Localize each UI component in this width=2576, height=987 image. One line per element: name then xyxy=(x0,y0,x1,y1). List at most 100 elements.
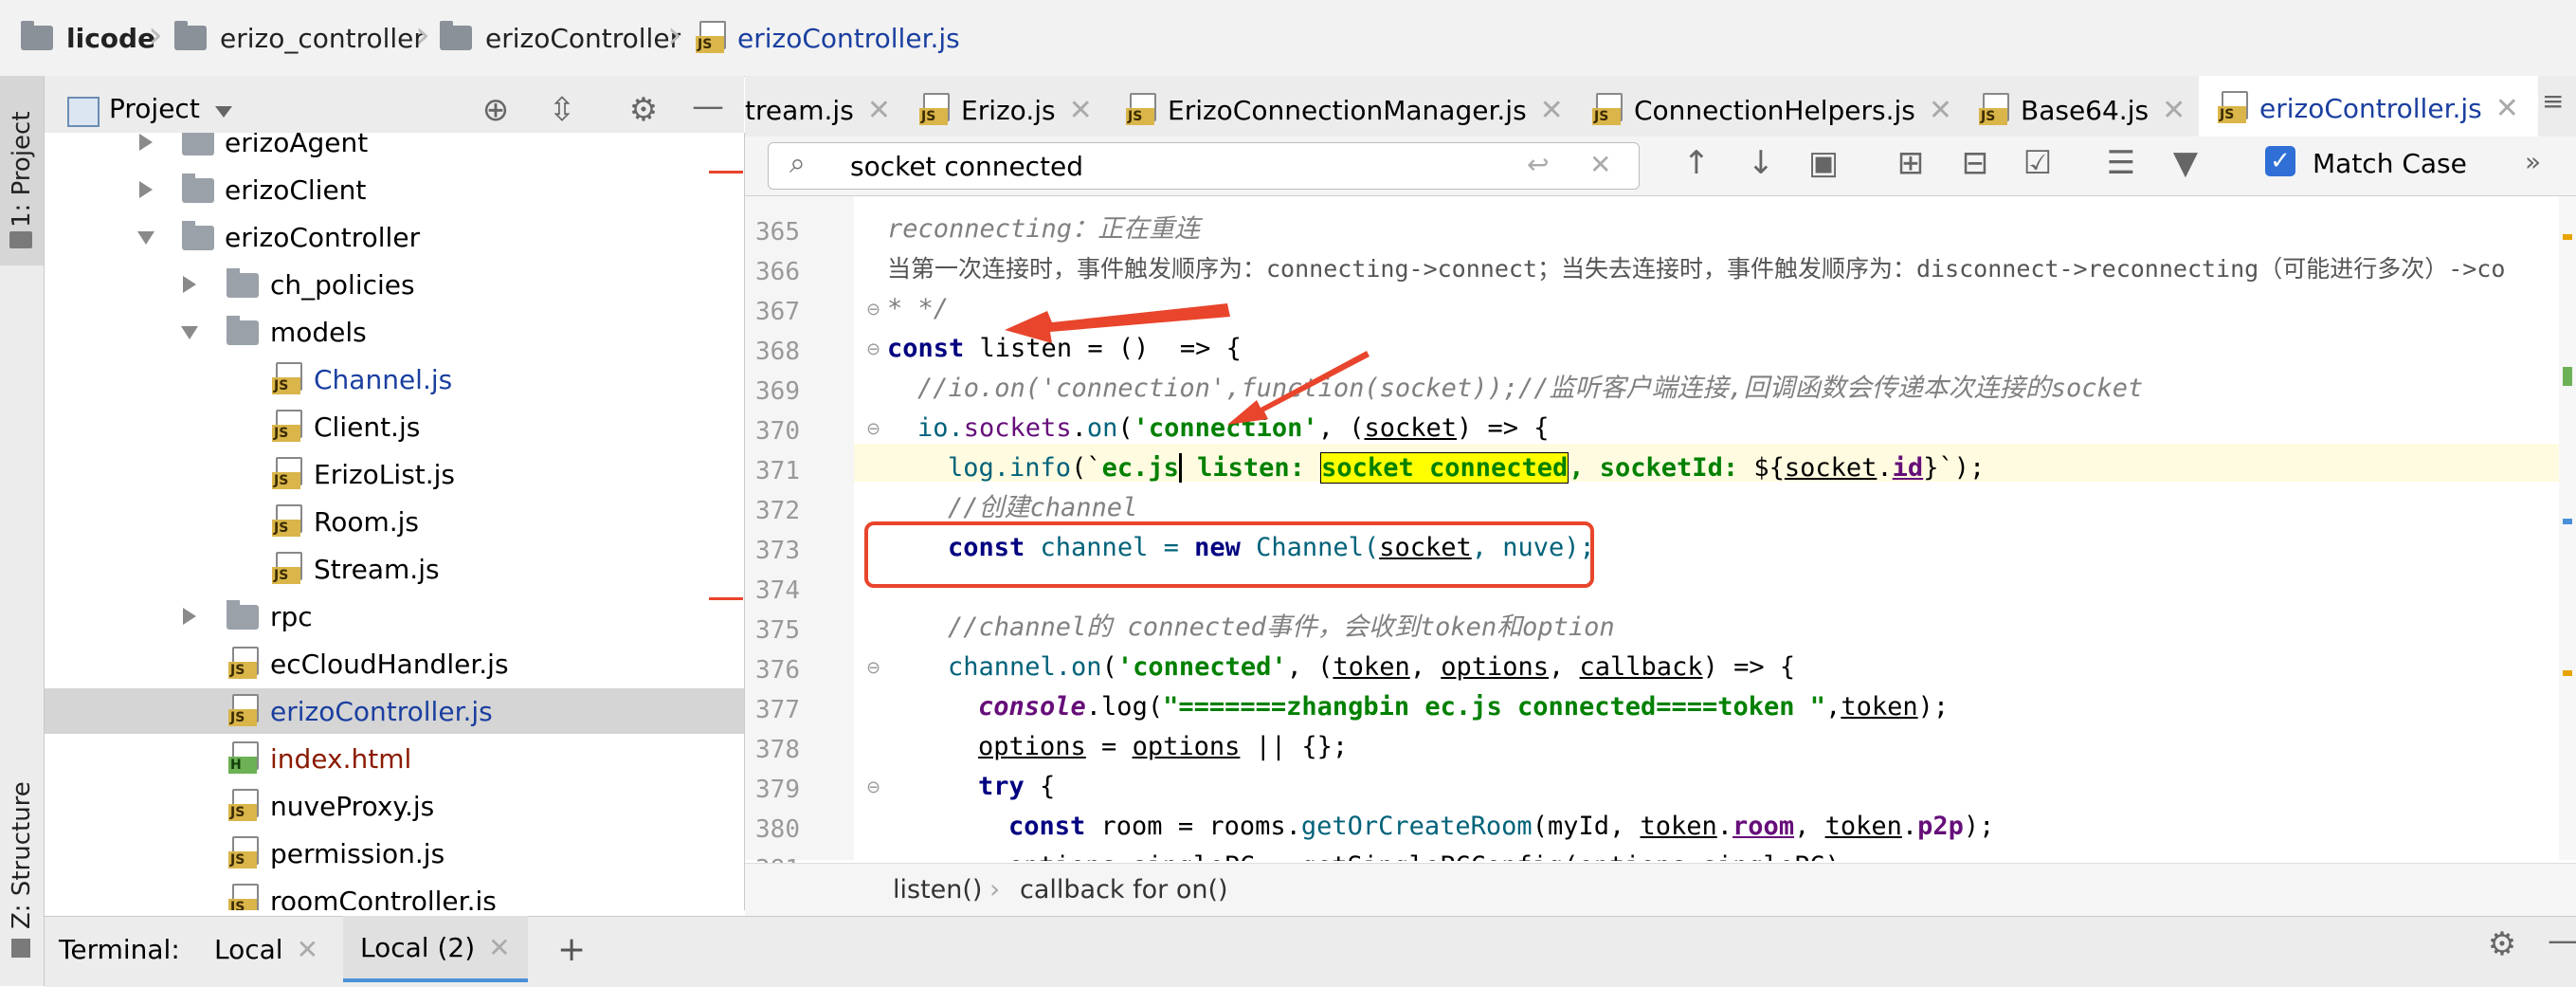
more-options-icon[interactable]: » xyxy=(2525,146,2541,177)
code-line-378: options = options || {}; xyxy=(978,732,1349,761)
line-number: 369 xyxy=(755,377,800,406)
structure-tool-tab[interactable]: Z: Structure xyxy=(0,759,44,986)
tab-erizoconnectionmanager-js[interactable]: JS ErizoConnectionManager.js ✕ xyxy=(1126,76,1564,144)
tree-node-permission-js[interactable]: JS permission.js xyxy=(45,831,744,876)
fold-marker-icon[interactable]: ⊖ xyxy=(866,419,880,439)
search-input[interactable]: ⌕ socket connected ↩ ✕ xyxy=(768,142,1640,190)
minimize-icon[interactable]: — xyxy=(2548,922,2576,960)
filter-icon[interactable]: ▼ xyxy=(2167,144,2204,182)
gear-icon[interactable]: ⚙ xyxy=(2483,925,2521,963)
regex-history-icon[interactable]: ↩ xyxy=(1527,149,1549,180)
breadcrumb-item-erizocontroller[interactable]: erizoController xyxy=(440,0,680,76)
editor-scrollbar[interactable] xyxy=(2559,196,2576,860)
tree-node-client-js[interactable]: JS Client.js xyxy=(45,404,744,449)
line-number: 376 xyxy=(755,656,800,685)
code-line-375: //channel的 connected事件，会收到token和option xyxy=(948,612,1615,642)
search-icon[interactable]: ⌕ xyxy=(789,147,806,180)
tab-local[interactable]: Local ✕ xyxy=(214,916,318,982)
expand-arrow-icon[interactable] xyxy=(183,608,196,625)
collapse-all-icon[interactable]: ⇳ xyxy=(543,91,581,129)
gear-icon[interactable]: ⚙ xyxy=(625,91,662,129)
tree-node-nuveproxy-js[interactable]: JS nuveProxy.js xyxy=(45,783,744,829)
locate-icon[interactable]: ⊕ xyxy=(477,91,515,129)
expand-arrow-icon[interactable] xyxy=(183,276,196,293)
tree-node-eccloudhandler-js[interactable]: JS ecCloudHandler.js xyxy=(45,641,744,686)
breadcrumb-item-file[interactable]: JS erizoController.js xyxy=(696,0,960,76)
close-icon[interactable]: ✕ xyxy=(1069,94,1093,127)
clear-icon[interactable]: ✕ xyxy=(1589,149,1611,180)
close-icon[interactable]: ✕ xyxy=(488,932,510,963)
tree-node-ch-policies[interactable]: ch_policies xyxy=(45,262,744,307)
tab-base64-js[interactable]: JS Base64.js ✕ xyxy=(1979,76,2186,144)
code-line-371: log.info(`ec.js listen: socket connected… xyxy=(948,452,1986,484)
html-file-icon: H xyxy=(228,741,259,776)
next-occurrence-icon[interactable]: ↓ xyxy=(1742,144,1780,182)
change-marker xyxy=(709,171,743,174)
js-file-icon: JS xyxy=(272,552,302,586)
tab-erizocontroller-js[interactable]: JS erizoController.js ✕ xyxy=(2199,76,2538,144)
js-file-icon: JS xyxy=(696,21,726,55)
close-icon[interactable]: ✕ xyxy=(2495,92,2519,125)
filter-list-icon[interactable]: ☰ xyxy=(2102,144,2140,182)
tree-node-channel-js[interactable]: JS Channel.js xyxy=(45,356,744,402)
match-case-label[interactable]: Match Case xyxy=(2313,148,2467,179)
close-icon[interactable]: ✕ xyxy=(1929,94,1952,127)
tab-list-icon[interactable]: ≡ xyxy=(2542,85,2564,117)
annotation-arrow-1 xyxy=(1005,303,1230,343)
close-icon[interactable]: ✕ xyxy=(2162,94,2186,127)
collapse-arrow-icon[interactable] xyxy=(137,231,154,245)
tab-connectionhelpers-js[interactable]: JS ConnectionHelpers.js ✕ xyxy=(1592,76,1952,144)
fold-marker-icon[interactable]: ⊖ xyxy=(866,300,880,320)
folder-icon xyxy=(174,21,207,50)
breadcrumb-item-erizo-controller[interactable]: erizo_controller xyxy=(174,0,425,76)
tree-node-erizocontroller[interactable]: erizoController xyxy=(45,214,744,260)
crumb-callback[interactable]: callback for on() xyxy=(1020,875,1228,905)
chevron-down-icon[interactable] xyxy=(215,106,232,118)
tree-node-models[interactable]: models xyxy=(45,309,744,355)
tree-node-rpc[interactable]: rpc xyxy=(45,594,744,639)
tree-node-erizoclient[interactable]: erizoClient xyxy=(45,167,744,212)
search-match-highlight: socket connected xyxy=(1320,452,1569,484)
close-icon[interactable]: ✕ xyxy=(297,934,318,965)
fold-marker-icon[interactable]: ⊖ xyxy=(866,658,880,678)
fold-marker-icon[interactable]: ⊖ xyxy=(866,777,880,797)
project-view-selector[interactable]: Project xyxy=(109,93,200,124)
folder-icon xyxy=(21,21,53,50)
tree-node-erizolist-js[interactable]: JS ErizoList.js xyxy=(45,451,744,497)
remove-selection-icon[interactable]: ⊟ xyxy=(1956,144,1994,182)
chevron-right-icon: › xyxy=(415,13,430,57)
annotation-arrows xyxy=(1005,303,1370,425)
select-occurrence-icon[interactable]: ▣ xyxy=(1805,144,1842,182)
fold-marker-icon[interactable]: ⊖ xyxy=(866,339,880,359)
tab-local-2[interactable]: Local (2) ✕ xyxy=(343,916,528,982)
tree-node-index-html[interactable]: H index.html xyxy=(45,736,744,781)
line-number: 372 xyxy=(755,497,800,525)
editor-breadcrumbs: listen() › callback for on() xyxy=(745,863,2576,917)
collapse-arrow-icon[interactable] xyxy=(181,326,198,339)
select-all-icon[interactable]: ☑ xyxy=(2019,144,2057,182)
close-icon[interactable]: ✕ xyxy=(1540,94,1564,127)
add-selection-icon[interactable]: ⊞ xyxy=(1892,144,1930,182)
expand-arrow-icon[interactable] xyxy=(139,134,153,151)
project-view-icon xyxy=(67,97,100,127)
line-number: 380 xyxy=(755,815,800,844)
crumb-listen[interactable]: listen() xyxy=(893,875,982,905)
js-file-icon: JS xyxy=(1979,93,2009,127)
project-tool-tab[interactable]: 1: Project xyxy=(0,76,44,265)
line-number: 373 xyxy=(755,537,800,565)
tab-tream-js[interactable]: tream.js ✕ xyxy=(745,76,891,144)
expand-arrow-icon[interactable] xyxy=(139,181,153,198)
close-icon[interactable]: ✕ xyxy=(867,94,891,127)
previous-occurrence-icon[interactable]: ↑ xyxy=(1678,144,1715,182)
tree-node-erizocontroller-js[interactable]: JS erizoController.js xyxy=(45,688,744,734)
breadcrumb-item-licode[interactable]: licode xyxy=(21,0,155,76)
tree-node-room-js[interactable]: JS Room.js xyxy=(45,499,744,544)
new-tab-button[interactable]: + xyxy=(557,916,586,982)
match-case-checkbox[interactable]: ✓ xyxy=(2265,146,2295,176)
tree-node-erizoagent[interactable]: erizoAgent xyxy=(45,133,744,165)
tab-erizo-js[interactable]: JS Erizo.js ✕ xyxy=(919,76,1093,144)
tree-node-stream-js[interactable]: JS Stream.js xyxy=(45,546,744,592)
js-file-icon: JS xyxy=(2218,91,2248,125)
minimize-icon[interactable]: — xyxy=(689,87,727,125)
tree-node-roomcontroller-js[interactable]: JS roomController.js xyxy=(45,878,744,910)
